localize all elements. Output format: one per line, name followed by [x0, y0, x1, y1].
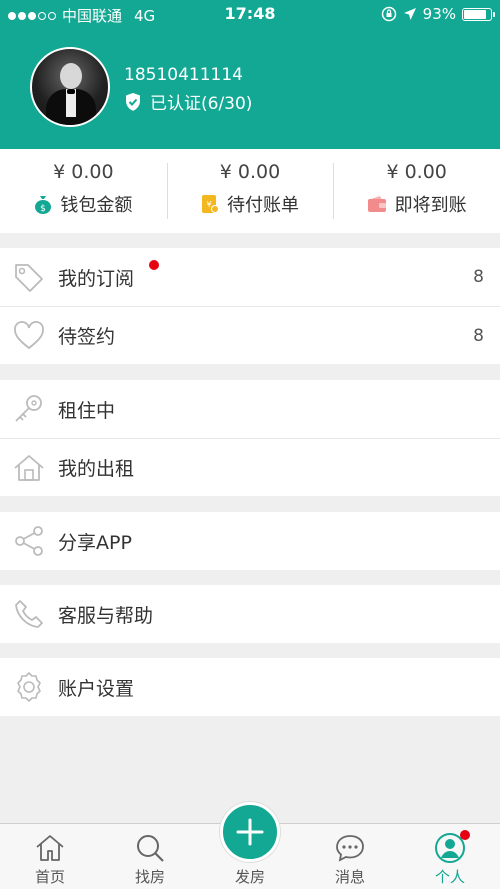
tab-profile-label: 个人 — [434, 868, 465, 886]
to-sign-count: 8 — [473, 325, 484, 346]
menu-item-my-rentals[interactable]: 我的出租 — [0, 438, 500, 496]
balance-summary: ¥ 0.00 $ 钱包金额 ¥ 0.00 ¥ 待付账单 ¥ 0.00 即将到账 — [0, 149, 500, 233]
menu-group-settings: 账户设置 — [0, 658, 500, 716]
location-arrow-icon — [403, 8, 416, 20]
subscriptions-badge — [149, 260, 159, 270]
menu-item-share[interactable]: 分享APP — [0, 512, 500, 570]
incoming-funds-amount: ¥ 0.00 — [386, 161, 447, 183]
pending-bills-amount: ¥ 0.00 — [219, 161, 281, 183]
heart-icon — [14, 321, 44, 350]
plus-icon — [236, 818, 264, 846]
tab-search-label: 找房 — [134, 868, 165, 886]
user-phone: 18510411114 — [124, 65, 243, 85]
incoming-funds-label: 即将到账 — [394, 195, 467, 216]
tab-profile[interactable]: 个人 — [400, 824, 500, 889]
phone-icon — [15, 600, 43, 628]
bill-icon: ¥ — [202, 195, 219, 213]
tab-search[interactable]: 找房 — [100, 824, 200, 889]
menu-group-share: 分享APP — [0, 512, 500, 570]
svg-text:¥: ¥ — [206, 200, 211, 209]
settings-label: 账户设置 — [58, 677, 135, 700]
home-icon — [36, 835, 64, 861]
key-icon — [15, 395, 42, 422]
my-rentals-label: 我的出租 — [58, 458, 135, 480]
search-icon — [137, 835, 164, 862]
svg-text:$: $ — [40, 204, 46, 214]
profile-badge — [460, 830, 470, 840]
pending-bills[interactable]: ¥ 0.00 ¥ 待付账单 — [166, 149, 334, 233]
wallet-balance[interactable]: ¥ 0.00 $ 钱包金额 — [0, 149, 167, 233]
tab-home-label: 首页 — [34, 868, 65, 886]
menu-item-to-sign[interactable]: 待签约 8 — [0, 306, 500, 364]
battery-level — [464, 9, 486, 19]
subscriptions-count: 8 — [473, 267, 484, 287]
tab-messages[interactable]: 消息 — [300, 824, 400, 889]
wallet-label: 钱包金额 — [60, 195, 133, 216]
tab-messages-label: 消息 — [334, 868, 365, 886]
menu-group-activity: 我的订阅 8 待签约 8 — [0, 248, 500, 364]
house-icon — [14, 455, 44, 481]
wallet-amount: ¥ 0.00 — [53, 161, 114, 183]
gear-icon — [17, 672, 41, 702]
incoming-funds[interactable]: ¥ 0.00 即将到账 — [333, 149, 500, 233]
menu-group-rentals: 租住中 我的出租 — [0, 380, 500, 496]
avatar[interactable] — [30, 47, 110, 127]
menu-group-help: 客服与帮助 — [0, 585, 500, 643]
share-label: 分享APP — [58, 531, 132, 554]
chat-bubble-icon — [336, 835, 364, 862]
menu-item-settings[interactable]: 账户设置 — [0, 658, 500, 716]
tab-home[interactable]: 首页 — [0, 824, 100, 889]
subscriptions-label: 我的订阅 — [58, 267, 135, 290]
status-bar: 中国联通 4G 17:48 93% — [0, 0, 500, 28]
menu-item-help[interactable]: 客服与帮助 — [0, 585, 500, 643]
money-bag-icon: $ — [35, 196, 52, 214]
battery-percent: 93% — [422, 5, 456, 23]
wallet-icon — [367, 196, 386, 212]
menu-item-subscriptions[interactable]: 我的订阅 8 — [0, 248, 500, 306]
share-icon — [15, 526, 43, 556]
pending-bills-label: 待付账单 — [227, 195, 299, 216]
profile-header: 中国联通 4G 17:48 93% 18510411114 已认证(6/30) — [0, 0, 500, 149]
renting-label: 租住中 — [58, 399, 116, 422]
post-listing-button[interactable] — [220, 802, 280, 862]
verification-text: 已认证(6/30) — [150, 94, 253, 114]
orientation-lock-icon — [381, 6, 396, 22]
tag-icon — [15, 264, 43, 292]
battery-icon — [462, 7, 495, 21]
menu-item-renting[interactable]: 租住中 — [0, 380, 500, 438]
verification-status[interactable]: 已认证(6/30) — [124, 89, 252, 114]
help-label: 客服与帮助 — [58, 604, 154, 627]
to-sign-label: 待签约 — [58, 326, 116, 348]
tab-post-label: 发房 — [234, 868, 265, 886]
shield-check-icon — [126, 92, 140, 111]
